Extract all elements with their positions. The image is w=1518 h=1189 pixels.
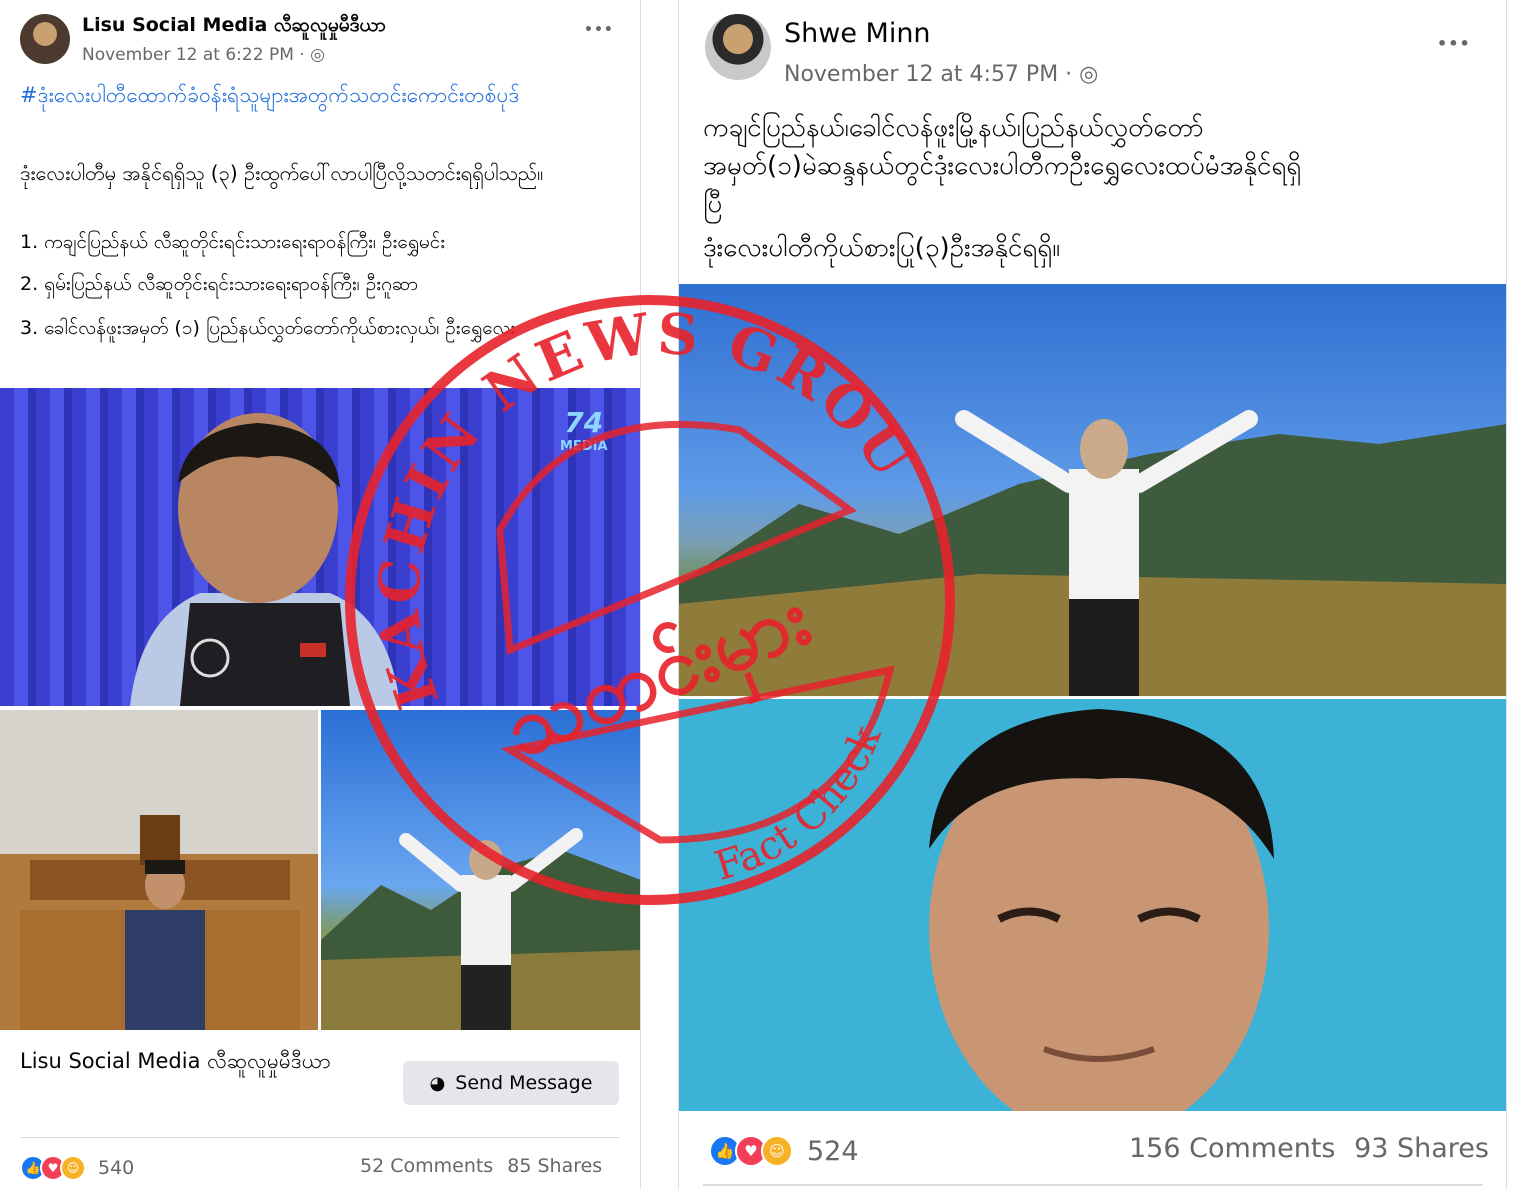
messenger-icon: ◕ — [429, 1072, 446, 1094]
mountain-figure — [679, 410, 1506, 696]
engagement-counts: 52 Comments 85 Shares — [360, 1155, 602, 1177]
divider — [20, 1137, 620, 1138]
list-item-2: 2. ရှမ်းပြည်နယ် လီဆူတိုင်းရင်းသားရေးရာဝန… — [20, 273, 419, 295]
author-name[interactable]: Lisu Social Media လီဆူလူမှုမီဒီယာ — [82, 13, 386, 41]
post-date-text: November 12 at 4:57 PM · — [784, 62, 1080, 87]
comments-link[interactable]: 156 Comments — [1129, 1133, 1335, 1164]
send-message-button[interactable]: ◕ Send Message — [403, 1061, 619, 1105]
post-text-line-2: အမှတ်(၁)မဲဆန္ဒနယ်တွင်ဒုံးလေးပါတီကဦးရွှေလ… — [703, 151, 1302, 181]
list-item-1: 1. ကချင်ပြည်နယ် လီဆူတိုင်းရင်းသားရေးရာဝန… — [20, 231, 446, 253]
assembly-figure — [20, 815, 300, 1030]
send-message-label: Send Message — [455, 1072, 593, 1094]
post-date[interactable]: November 12 at 6:22 PM · ◎ — [82, 45, 325, 65]
media-logo-number: 74 — [564, 406, 604, 439]
comments-link[interactable]: 52 Comments — [360, 1155, 493, 1177]
gap — [641, 0, 678, 1189]
mountain-figure — [321, 828, 640, 1030]
more-options-button[interactable]: ••• — [584, 22, 614, 38]
care-icon: ☺ — [761, 1135, 793, 1167]
author-name[interactable]: Shwe Minn — [784, 18, 931, 49]
post-photo-main[interactable]: 74 MEDIA — [0, 388, 640, 706]
post-intro: ဒုံးလေးပါတီမှ အနိုင်ရရှိသူ (၃) ဦးထွက်ပေါ… — [20, 161, 544, 185]
reactions[interactable]: 👍 ♥ ☺ 524 — [709, 1135, 859, 1167]
shares-link[interactable]: 93 Shares — [1354, 1133, 1489, 1164]
post-text-line-1: ကချင်ပြည်နယ်၊ခေါင်လန်ဖူးမြို့နယ်၊ပြည်နယ်… — [703, 113, 1204, 143]
globe-icon: ◎ — [1079, 62, 1099, 87]
post-text-line-4: ဒုံးလေးပါတီကိုယ်စားပြု(၃)ဦးအနိုင်ရရှိ။ — [703, 233, 1061, 263]
more-options-button[interactable]: ••• — [1437, 34, 1471, 53]
care-icon: ☺ — [60, 1155, 86, 1181]
politician-figure — [130, 413, 400, 706]
left-post: Lisu Social Media လီဆူလူမှုမီဒီယာ Novemb… — [0, 0, 641, 1189]
author-avatar[interactable] — [20, 14, 70, 64]
divider — [703, 1184, 1483, 1186]
post-photo-mountain[interactable] — [679, 284, 1506, 696]
post-date-text: November 12 at 6:22 PM · — [82, 45, 311, 65]
post-photo-portrait[interactable] — [679, 699, 1506, 1111]
author-avatar[interactable] — [705, 14, 771, 80]
globe-icon: ◎ — [310, 45, 325, 65]
engagement-counts: 156 Comments 93 Shares — [1129, 1133, 1489, 1164]
portrait-face — [929, 709, 1274, 1111]
reaction-count: 524 — [807, 1135, 859, 1167]
reaction-count: 540 — [98, 1157, 135, 1179]
page-name[interactable]: Lisu Social Media လီဆူလူမှုမီဒီယာ — [20, 1046, 380, 1078]
right-post: Shwe Minn November 12 at 4:57 PM · ◎ •••… — [678, 0, 1507, 1189]
post-photo-assembly[interactable] — [0, 710, 318, 1030]
list-item-3: 3. ခေါင်လန်ဖူးအမှတ် (၁) ပြည်နယ်လွှတ်တော်… — [20, 317, 516, 339]
post-date[interactable]: November 12 at 4:57 PM · ◎ — [784, 62, 1098, 87]
post-text-line-3: ပြီ — [703, 189, 723, 219]
hashtag-link[interactable]: #ဒုံးလေးပါတီထောက်ခံဝန်းရံသူများအတွက်သတင်… — [20, 82, 615, 109]
shares-link[interactable]: 85 Shares — [507, 1155, 602, 1177]
media-logo-text: MEDIA — [560, 439, 608, 454]
reactions[interactable]: 👍 ♥ ☺ 540 — [20, 1155, 134, 1181]
media-logo: 74 MEDIA — [560, 406, 608, 454]
post-photo-mountain[interactable] — [321, 710, 640, 1030]
